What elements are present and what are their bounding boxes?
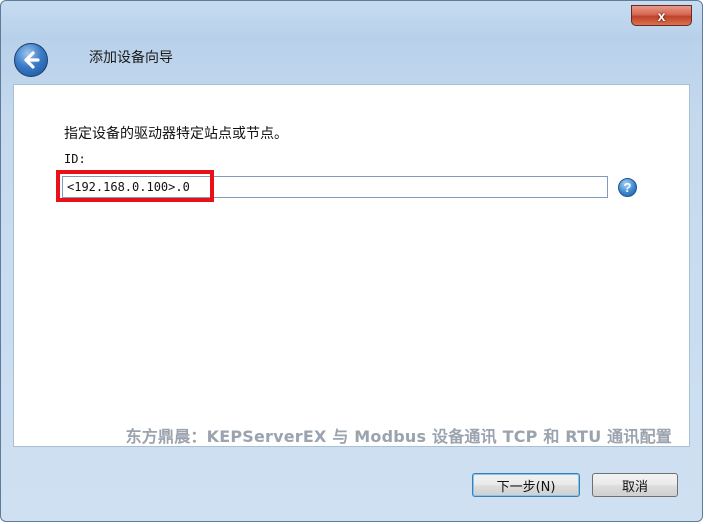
close-icon: x <box>657 7 666 24</box>
next-button[interactable]: 下一步(N) <box>472 473 580 497</box>
close-button[interactable]: x <box>631 5 692 26</box>
help-icon[interactable]: ? <box>618 178 637 197</box>
wizard-window: x 添加设备向导 指定设备的驱动器特定站点或节点。 ID: ? 东方鼎晨：KEP… <box>0 0 703 522</box>
wizard-title: 添加设备向导 <box>89 50 173 66</box>
back-button[interactable] <box>14 43 48 77</box>
id-label: ID: <box>64 152 86 166</box>
cancel-button[interactable]: 取消 <box>592 473 678 497</box>
back-arrow-icon <box>24 51 40 69</box>
highlight-annotation <box>56 170 214 202</box>
content-panel: 指定设备的驱动器特定站点或节点。 ID: ? <box>13 84 690 447</box>
watermark-text: 东方鼎晨：KEPServerEX 与 Modbus 设备通讯 TCP 和 RTU… <box>125 427 672 446</box>
instruction-text: 指定设备的驱动器特定站点或节点。 <box>64 126 288 142</box>
